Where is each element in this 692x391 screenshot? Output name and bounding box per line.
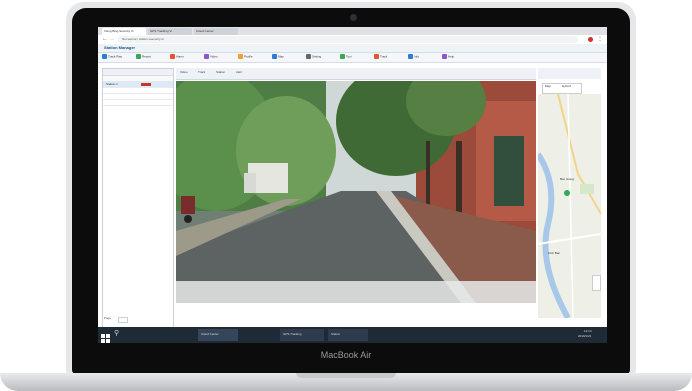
list-item-label: Station 1 <box>106 83 118 86</box>
map-panel-header <box>538 68 601 79</box>
taskbar-item-gps-tracking[interactable]: GPS Tracking <box>280 329 324 341</box>
tab-video[interactable]: Video <box>180 71 188 74</box>
app-header <box>98 44 607 53</box>
info-icon <box>408 54 413 59</box>
toolbar-button-setting[interactable]: Setting <box>306 54 321 61</box>
laptop-notch <box>296 373 396 378</box>
clock-date: 2019/1/23 <box>578 335 592 338</box>
toolbar-button-map[interactable]: Map <box>272 54 284 61</box>
taskbar-item-label: Station <box>331 333 341 336</box>
video-feed[interactable] <box>176 81 536 303</box>
forward-icon[interactable]: → <box>109 36 115 42</box>
map-label: Kinh Bac <box>548 252 561 255</box>
tab-alert[interactable]: Alert <box>236 71 242 74</box>
toolbar-button-info[interactable]: Info <box>408 54 419 61</box>
user-icon <box>238 54 243 59</box>
camera-icon <box>350 14 357 21</box>
windows-icon[interactable] <box>101 330 110 343</box>
toolbar-button-label: Profile <box>244 54 253 59</box>
toolbar-button-label: Map <box>278 54 284 59</box>
status-badge <box>141 83 151 86</box>
help-icon <box>442 54 447 59</box>
tool-icon <box>340 54 345 59</box>
list-item[interactable] <box>103 100 173 106</box>
video-status-bar <box>176 305 536 323</box>
app-title: Station Manager <box>104 46 136 50</box>
toolbar-button-label: Video <box>210 54 218 59</box>
toolbar-button-alarm[interactable]: Alarm <box>170 54 184 61</box>
alarm-icon <box>170 54 175 59</box>
dashcam-frame <box>176 81 536 303</box>
map-tab-hybrid[interactable]: Hybrid <box>562 85 571 88</box>
toolbar-button-label: Setting <box>312 54 322 59</box>
extension-icon[interactable] <box>588 37 593 42</box>
search-icon[interactable]: ⚲ <box>114 330 119 337</box>
map-label: Bac Giang <box>560 178 575 181</box>
toolbar-button-label: Report <box>142 54 152 59</box>
video-panel-header <box>176 68 536 80</box>
url-text: Not secure | station.vsecurity.vn <box>122 38 165 41</box>
toolbar-button-profile[interactable]: Profile <box>238 54 253 61</box>
zoom-control[interactable] <box>592 275 601 291</box>
toolbar-button-report[interactable]: Report <box>136 54 151 61</box>
toolbar-button-label: Track <box>380 54 388 59</box>
tab-track[interactable]: Track <box>198 71 205 74</box>
toolbar-button-label: Help <box>448 54 455 59</box>
brand-label: MacBook Air <box>320 350 372 360</box>
station-list-panel: Station 1 <box>102 68 174 328</box>
pagination-label: Page <box>104 317 112 320</box>
toolbar-button-label: Track Play <box>108 54 123 59</box>
gear-icon <box>306 54 311 59</box>
tab-station[interactable]: Station <box>216 71 225 74</box>
toolbar-button-label: Info <box>414 54 420 59</box>
url-field[interactable] <box>118 36 578 43</box>
vehicle-marker-icon[interactable] <box>564 190 570 196</box>
video-icon <box>204 54 209 59</box>
toolbar-button-label: Alarm <box>176 54 184 59</box>
page-input[interactable] <box>118 317 128 323</box>
screen: Vsing Bing Security Vi GPS Tracking Vi C… <box>98 27 607 343</box>
toolbar-button-track-play[interactable]: Track Play <box>102 54 122 61</box>
taskbar-item-label: Cloud Center <box>201 333 219 336</box>
toolbar-button-track[interactable]: Track <box>374 54 387 61</box>
taskbar-item-cloud-center[interactable]: Cloud Center <box>198 329 238 341</box>
clock-time: 12:14 <box>584 330 592 333</box>
toolbar-button-tool[interactable]: Tool <box>340 54 352 61</box>
toolbar-button-video[interactable]: Video <box>204 54 218 61</box>
map-icon <box>272 54 277 59</box>
toolbar-button-help[interactable]: Help <box>442 54 454 61</box>
back-icon[interactable]: ← <box>102 36 108 42</box>
map-tab-map[interactable]: Map <box>545 85 551 88</box>
list-item[interactable]: Station 1 <box>103 82 173 88</box>
play-icon <box>102 54 107 59</box>
taskbar-item-label: GPS Tracking <box>283 333 302 336</box>
toolbar-button-label: Tool <box>346 54 352 59</box>
taskbar-item-station[interactable]: Station <box>328 329 368 341</box>
track-icon <box>374 54 379 59</box>
menu-icon[interactable]: ⋮ <box>597 36 603 42</box>
report-icon <box>136 54 141 59</box>
